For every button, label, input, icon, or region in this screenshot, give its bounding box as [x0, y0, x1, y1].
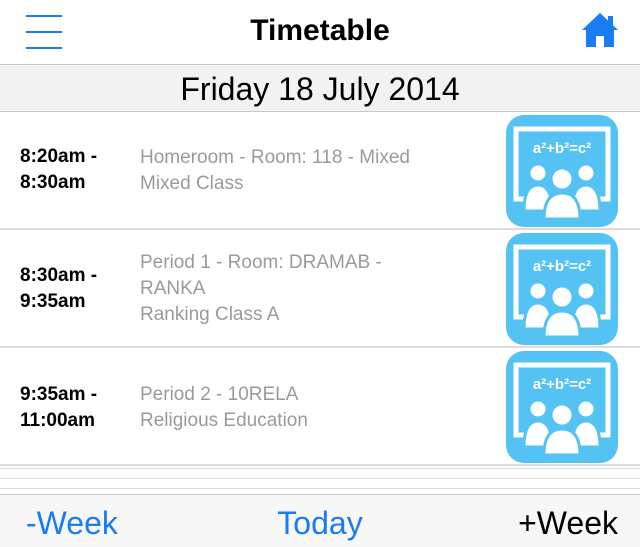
period-details-line: Homeroom - Room: 118 - Mixed [140, 147, 410, 168]
period-time: 8:20am - 8:30am [20, 146, 98, 193]
classroom-icon[interactable]: a²+b²=c² [506, 233, 618, 345]
page-title: Timetable [250, 14, 390, 47]
timetable-row[interactable]: 8:30am - 9:35am Period 1 - Room: DRAMAB … [0, 230, 640, 348]
period-details-line: Ranking Class A [140, 304, 280, 325]
period-details: Period 2 - 10RELA Religious Education [140, 382, 500, 434]
bottom-toolbar: -Week Today +Week [0, 494, 640, 547]
navigation-bar: Timetable [0, 0, 640, 64]
period-time: 9:35am - 11:00am [20, 384, 98, 431]
formula-text: a²+b²=c² [533, 258, 591, 275]
period-details-line: Period 2 - 10RELA [140, 384, 299, 405]
period-details-line: Religious Education [140, 410, 308, 431]
period-details-line: RANKA [140, 278, 206, 299]
empty-rows [0, 468, 640, 496]
classroom-icon[interactable]: a²+b²=c² [506, 115, 618, 227]
formula-text: a²+b²=c² [533, 140, 591, 157]
formula-text: a²+b²=c² [533, 376, 591, 393]
today-button[interactable]: Today [277, 505, 362, 541]
home-icon[interactable] [580, 10, 620, 50]
classroom-icon[interactable]: a²+b²=c² [506, 351, 618, 463]
period-details: Homeroom - Room: 118 - Mixed Mixed Class [140, 145, 500, 197]
period-details: Period 1 - Room: DRAMAB - RANKA Ranking … [140, 250, 500, 328]
period-details-line: Mixed Class [140, 173, 244, 194]
period-details-line: Period 1 - Room: DRAMAB - [140, 252, 382, 273]
timetable-row[interactable]: 8:20am - 8:30am Homeroom - Room: 118 - M… [0, 112, 640, 230]
timetable-row[interactable]: 9:35am - 11:00am Period 2 - 10RELA Relig… [0, 348, 640, 466]
date-header: Friday 18 July 2014 [0, 64, 640, 112]
previous-week-button[interactable]: -Week [26, 505, 118, 542]
next-week-button[interactable]: +Week [518, 505, 618, 542]
current-date: Friday 18 July 2014 [180, 71, 460, 107]
period-time: 8:30am - 9:35am [20, 265, 98, 312]
